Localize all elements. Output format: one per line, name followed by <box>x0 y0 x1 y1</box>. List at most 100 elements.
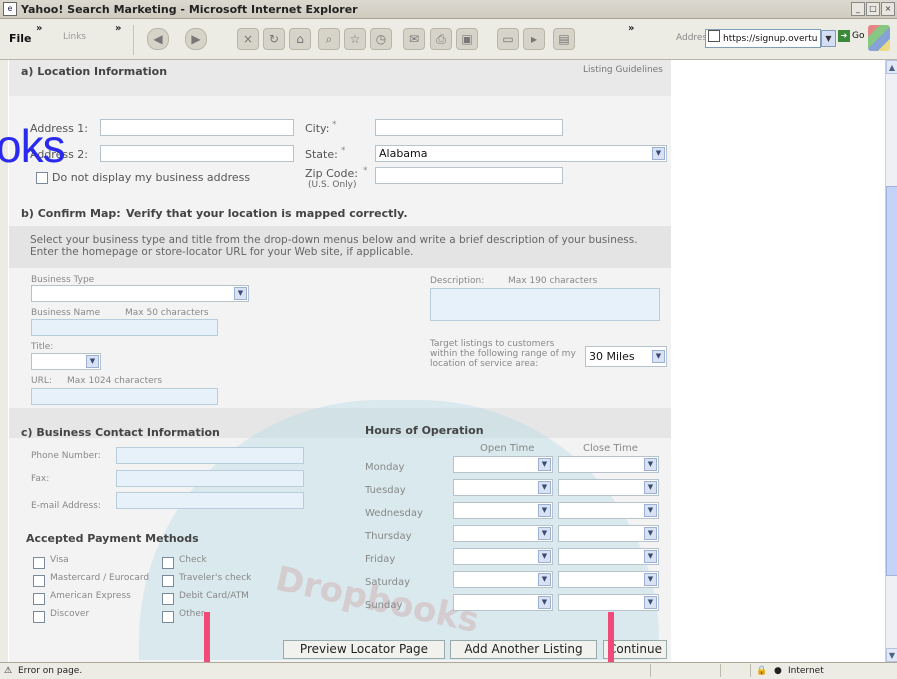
page-content: Dropbooks a) Location Information Listin… <box>0 60 897 662</box>
minimize-icon[interactable]: _ <box>851 2 865 16</box>
payment-method-checkbox[interactable] <box>33 575 45 587</box>
no-display-address-label: Do not display my business address <box>52 171 251 184</box>
messenger-icon[interactable]: ▸ <box>523 28 545 50</box>
links-overflow-chevron-icon[interactable]: » <box>115 23 121 34</box>
payment-method-checkbox[interactable] <box>162 557 174 569</box>
vertical-scrollbar[interactable]: ▲ ▼ <box>885 60 897 662</box>
back-icon[interactable]: ◀ <box>147 28 169 50</box>
target-range-label: Target listings to customers within the … <box>430 339 576 369</box>
status-warning-icon[interactable]: ⚠ <box>4 663 12 679</box>
close-time-select[interactable]: ▼ <box>558 571 659 588</box>
listing-guidelines-link[interactable]: Listing Guidelines <box>583 65 663 75</box>
menu-overflow-chevron-icon[interactable]: » <box>36 23 42 34</box>
close-time-select[interactable]: ▼ <box>558 479 659 496</box>
phone-field[interactable] <box>116 447 304 464</box>
discuss-icon[interactable]: ▭ <box>497 28 519 50</box>
city-required-mark: * <box>332 120 337 130</box>
target-range-select[interactable]: 30 Miles ▼ <box>585 346 667 367</box>
chevron-down-icon: ▼ <box>538 550 551 563</box>
address2-field[interactable] <box>100 145 294 162</box>
phone-label: Phone Number: <box>31 451 101 461</box>
payment-method-label: Mastercard / Eurocard <box>50 573 150 583</box>
close-time-select[interactable]: ▼ <box>558 456 659 473</box>
chevron-down-icon: ▼ <box>538 596 551 609</box>
open-time-header: Open Time <box>480 443 535 454</box>
address-url: https://signup.overtu <box>723 34 818 44</box>
close-time-select[interactable]: ▼ <box>558 594 659 611</box>
links-bar[interactable]: Links <box>63 32 86 42</box>
add-another-listing-button[interactable]: Add Another Listing <box>450 640 597 659</box>
file-menu[interactable]: File <box>9 32 32 45</box>
browser-toolbar: File » Links » ◀ ▶ × ↻ ⌂ ⌕ ☆ ◷ ✉ ⎙ ▣ ▭ ▸… <box>0 19 897 60</box>
scroll-down-icon[interactable]: ▼ <box>886 648 897 662</box>
go-label: Go <box>852 31 865 41</box>
open-time-select[interactable]: ▼ <box>453 594 553 611</box>
payment-method-checkbox[interactable] <box>33 611 45 623</box>
scroll-thumb[interactable] <box>886 186 897 576</box>
close-time-select[interactable]: ▼ <box>558 525 659 542</box>
payment-method-checkbox[interactable] <box>162 611 174 623</box>
open-time-select[interactable]: ▼ <box>453 479 553 496</box>
payment-method-checkbox[interactable] <box>162 575 174 587</box>
business-name-field[interactable] <box>31 319 218 336</box>
payment-method-label: Visa <box>50 555 69 565</box>
go-arrow-icon: ➜ <box>838 30 850 42</box>
search-icon[interactable]: ⌕ <box>318 28 340 50</box>
business-type-label: Business Type <box>31 275 95 285</box>
close-time-select[interactable]: ▼ <box>558 548 659 565</box>
zone-label: Internet <box>788 666 824 676</box>
forward-icon[interactable]: ▶ <box>185 28 207 50</box>
open-time-select[interactable]: ▼ <box>453 525 553 542</box>
go-button[interactable]: ➜ Go <box>838 30 864 42</box>
description-hint: Max 190 characters <box>508 276 598 286</box>
no-display-address-checkbox[interactable] <box>36 172 48 184</box>
payment-method-checkbox[interactable] <box>33 593 45 605</box>
scroll-up-icon[interactable]: ▲ <box>886 60 897 74</box>
close-time-select[interactable]: ▼ <box>558 502 659 519</box>
zip-note: (U.S. Only) <box>308 180 357 190</box>
research-icon[interactable]: ▤ <box>553 28 575 50</box>
open-time-select[interactable]: ▼ <box>453 548 553 565</box>
status-divider <box>650 664 651 677</box>
open-time-select[interactable]: ▼ <box>453 456 553 473</box>
zip-field[interactable] <box>375 167 563 184</box>
email-field[interactable] <box>116 492 304 509</box>
address-dropdown-icon[interactable]: ▼ <box>821 30 836 47</box>
url-field[interactable] <box>31 388 218 405</box>
window-controls: _ □ × <box>851 2 895 16</box>
title-select[interactable]: ▼ <box>31 353 101 370</box>
state-select[interactable]: Alabama ▼ <box>375 145 667 162</box>
fax-label: Fax: <box>31 474 50 484</box>
day-label: Thursday <box>365 531 412 542</box>
window-titlebar: e Yahoo! Search Marketing - Microsoft In… <box>0 0 897 19</box>
hours-title: Hours of Operation <box>365 424 484 437</box>
description-textarea[interactable] <box>430 288 660 321</box>
open-time-select[interactable]: ▼ <box>453 502 553 519</box>
internet-zone-icon: ● <box>774 666 782 676</box>
status-divider <box>720 664 721 677</box>
print-icon[interactable]: ⎙ <box>430 28 452 50</box>
address1-field[interactable] <box>100 119 294 136</box>
city-field[interactable] <box>375 119 563 136</box>
preview-locator-button[interactable]: Preview Locator Page <box>283 640 445 659</box>
history-icon[interactable]: ◷ <box>370 28 392 50</box>
refresh-icon[interactable]: ↻ <box>263 28 285 50</box>
business-type-select[interactable]: ▼ <box>31 285 249 302</box>
toolbar-overflow-chevron-icon[interactable]: » <box>628 23 634 34</box>
close-icon[interactable]: × <box>881 2 895 16</box>
payment-method-checkbox[interactable] <box>162 593 174 605</box>
instructions-text: Select your business type and title from… <box>30 234 638 258</box>
edit-icon[interactable]: ▣ <box>456 28 478 50</box>
maximize-icon[interactable]: □ <box>866 2 880 16</box>
stop-icon[interactable]: × <box>237 28 259 50</box>
payment-method-checkbox[interactable] <box>33 557 45 569</box>
chevron-down-icon: ▼ <box>538 458 551 471</box>
address-bar[interactable]: https://signup.overtu <box>705 29 821 48</box>
section-a-title: a) Location Information <box>21 65 168 78</box>
favorites-star-icon[interactable]: ☆ <box>344 28 366 50</box>
fax-field[interactable] <box>116 470 304 487</box>
mail-icon[interactable]: ✉ <box>403 28 425 50</box>
payment-method-label: Debit Card/ATM <box>179 591 249 601</box>
open-time-select[interactable]: ▼ <box>453 571 553 588</box>
home-icon[interactable]: ⌂ <box>289 28 311 50</box>
